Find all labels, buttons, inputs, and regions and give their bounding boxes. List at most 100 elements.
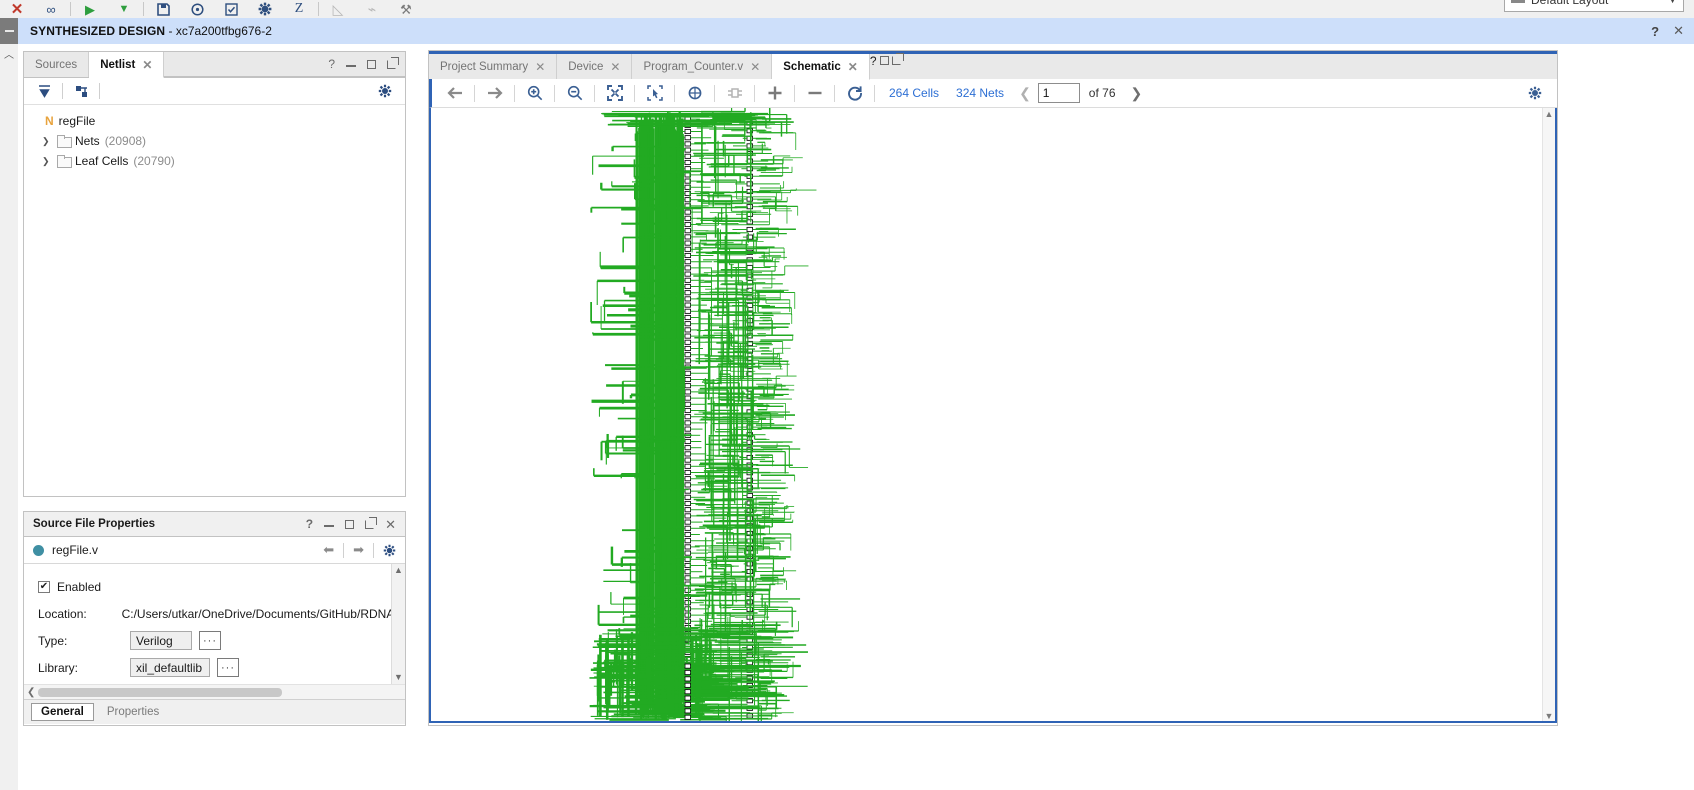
zoom-area-icon[interactable] [641,82,668,105]
netlist-tabstrip: Sources Netlist ✕ ? [24,52,405,78]
back-arrow-icon[interactable]: ⬅ [323,542,334,558]
tab-properties[interactable]: Properties [98,704,168,720]
schematic-netlist-drawing [581,108,1061,721]
tree-item-leaf-cells[interactable]: ❯ Leaf Cells (20790) [30,151,405,171]
schematic-canvas[interactable]: ▲ ▼ [429,108,1557,723]
help-icon[interactable]: ? [306,517,313,531]
scrollbar-track[interactable] [38,687,402,697]
separator [373,542,374,558]
zoom-out-icon[interactable] [561,82,588,105]
open-target-icon[interactable] [180,0,214,18]
enabled-checkbox[interactable]: ✔ [38,580,50,593]
maximize-icon[interactable] [367,59,376,69]
page-number-input[interactable]: 1 [1037,83,1080,103]
type-browse-button[interactable]: ··· [199,631,221,650]
tools-icon[interactable]: ⚒ [389,0,423,18]
toolbar-separator [554,84,555,102]
scroll-up-icon[interactable]: ▲ [1543,108,1555,121]
maximize-icon[interactable] [879,56,889,65]
folder-icon [57,155,72,168]
tree-item-label: Leaf Cells [75,154,129,168]
refresh-icon[interactable] [841,82,868,105]
tab-schematic[interactable]: Schematic ✕ [772,54,870,80]
gear-icon[interactable] [373,81,397,102]
run-implementation-icon[interactable]: ▼ [107,0,141,18]
layout-select[interactable]: Default Layout ▼ [1504,0,1684,12]
gear-icon[interactable] [383,544,396,557]
close-icon[interactable]: ✕ [385,518,396,531]
chevron-right-icon[interactable]: ❯ [42,156,52,167]
toolbar-separator [794,84,795,102]
scroll-up-icon[interactable]: ︿ [4,46,14,61]
enabled-row[interactable]: ✔ Enabled [38,573,405,600]
properties-horizontal-scrollbar[interactable]: ❮ [24,684,405,699]
tab-general[interactable]: General [31,703,94,721]
minimize-icon[interactable] [324,525,335,527]
float-icon[interactable] [387,56,399,69]
nets-count-link[interactable]: 324 Nets [948,86,1012,100]
settings-gear-icon[interactable] [248,0,282,18]
banner-collapse-handle[interactable] [0,18,18,44]
scroll-down-icon[interactable]: ▼ [394,671,403,684]
forward-arrow-icon[interactable]: ➡ [353,542,364,558]
tab-sources[interactable]: Sources [24,52,90,77]
cells-count-link[interactable]: 264 Cells [881,86,947,100]
remove-cone-icon[interactable] [801,82,828,105]
close-icon[interactable]: ✕ [848,60,858,74]
tab-program-counter-v[interactable]: Program_Counter.v ✕ [632,54,773,79]
scrollbar-thumb[interactable] [393,578,404,670]
tree-item-regfile[interactable]: N regFile [30,111,405,131]
help-icon[interactable]: ? [1651,24,1659,39]
check-icon: ✔ [39,580,49,592]
float-icon[interactable] [892,53,905,65]
next-page-icon[interactable]: ❯ [1125,85,1149,102]
expand-selected-icon[interactable] [69,81,93,102]
minimize-dash-icon [4,30,14,32]
vivado-window: ✕ ∞ ▶ ▼ Z ◺ ⌁ ⚒ Default Layout ▼ SYNTHES… [0,0,1694,790]
schematic-vertical-scrollbar[interactable]: ▲ ▼ [1542,108,1555,721]
scroll-down-icon[interactable]: ▼ [1543,710,1555,721]
tab-project-summary[interactable]: Project Summary ✕ [429,54,558,79]
properties-vertical-scrollbar[interactable]: ▲ ▼ [391,564,405,684]
close-x-icon[interactable]: ✕ [0,0,34,18]
collapse-all-icon[interactable] [32,81,56,102]
float-icon[interactable] [365,516,378,529]
previous-page-icon[interactable]: ❮ [1013,85,1037,102]
help-icon[interactable]: ? [328,57,335,71]
zynq-icon[interactable]: Z [282,0,316,18]
run-synthesis-icon[interactable]: ▶ [73,0,107,18]
enabled-label: Enabled [57,579,102,594]
library-field[interactable]: xil_defaultlib [130,658,210,677]
close-icon[interactable]: ✕ [610,60,620,74]
minimize-icon[interactable] [346,65,356,67]
gear-icon[interactable] [1521,82,1548,105]
back-arrow-icon[interactable] [441,82,468,105]
scroll-up-icon[interactable]: ▲ [394,564,403,577]
zoom-in-icon[interactable] [521,82,548,105]
scroll-left-icon[interactable]: ❮ [27,687,35,698]
main-toolbar: ✕ ∞ ▶ ▼ Z ◺ ⌁ ⚒ Default Layout ▼ [0,0,1694,18]
chevron-right-icon[interactable]: ❯ [42,136,52,147]
tab-device[interactable]: Device ✕ [557,54,633,79]
regenerate-layout-icon[interactable] [681,82,708,105]
left-gutter-strip: ︿ [0,44,18,790]
maximize-icon[interactable] [345,519,355,529]
library-browse-button[interactable]: ··· [217,658,239,677]
tab-netlist-label: Netlist [100,58,136,71]
zoom-fit-icon[interactable] [601,82,628,105]
scrollbar-thumb[interactable] [38,687,282,697]
close-icon[interactable]: ✕ [535,60,545,74]
link-icon[interactable]: ∞ [34,0,68,18]
tree-item-nets[interactable]: ❯ Nets (20908) [30,131,405,151]
type-field[interactable]: Verilog [130,631,192,650]
generate-bitstream-icon[interactable] [146,0,180,18]
close-icon[interactable]: ✕ [750,60,760,74]
forward-arrow-icon[interactable] [481,82,508,105]
close-icon[interactable]: ✕ [142,58,152,72]
tab-netlist[interactable]: Netlist ✕ [89,52,165,78]
close-icon[interactable]: ✕ [1673,23,1684,39]
toolbar-separator [674,84,675,102]
report-icon[interactable] [214,0,248,18]
expand-cone-icon[interactable] [761,82,788,105]
help-icon[interactable]: ? [870,54,877,68]
